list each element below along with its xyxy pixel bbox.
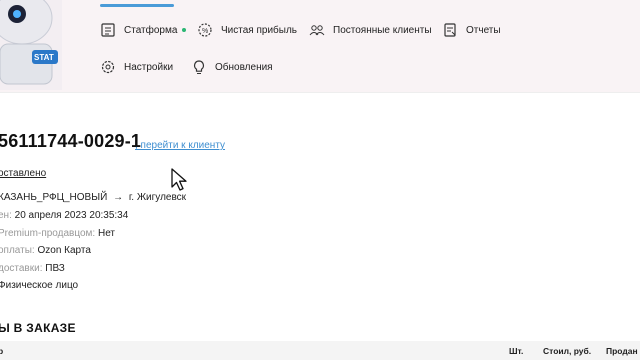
logo-text: STAT [34, 53, 54, 62]
svg-text:%: % [202, 28, 208, 35]
nav-label-statform: Статформа [124, 24, 178, 36]
order-items-heading: Ы В ЗАКАЗЕ [0, 321, 76, 335]
delivery-value: ПВЗ [45, 263, 65, 274]
premium-label: Premium-продавцом: [0, 228, 96, 239]
top-navigation: STAT Статформа % Чистая прибыль Постоянн… [0, 0, 640, 93]
mouse-pointer-icon [171, 168, 187, 191]
nav-label-reports: Отчеты [466, 24, 501, 36]
nav-item-settings[interactable]: Настройки [100, 59, 173, 75]
report-icon [444, 23, 456, 37]
nav-item-regular-clients[interactable]: Постоянные клиенты [309, 22, 432, 38]
order-status: оставлено [0, 168, 47, 179]
delivery-label: доставки: [0, 263, 43, 274]
robot-logo: STAT [0, 0, 62, 90]
nav-item-reports[interactable]: Отчеты [442, 22, 501, 38]
nav-item-updates[interactable]: Обновления [191, 59, 273, 75]
column-header-qty: Шт. [509, 346, 524, 356]
buyer-type: Физическое лицо [0, 280, 79, 291]
premium-value: Нет [97, 228, 116, 239]
nav-label-regular-clients: Постоянные клиенты [333, 24, 432, 36]
order-number: 56111744-0029-1 [0, 131, 142, 151]
delivery-row: доставки: ПВЗ [0, 263, 65, 274]
active-dot [182, 28, 187, 32]
nav-label-net-profit: Чистая прибыль [221, 24, 297, 36]
column-header-sold: Продан з [606, 346, 640, 356]
payment-value: Ozon Карта [37, 245, 91, 256]
nav-item-statform[interactable]: Статформа [100, 4, 187, 38]
form-icon [101, 23, 115, 37]
created-label: ен: [0, 210, 12, 221]
percent-gear-icon: % [198, 23, 212, 37]
users-icon [309, 25, 325, 36]
created-value: 20 апреля 2023 20:35:34 [14, 210, 129, 221]
payment-label: оплаты: [0, 245, 35, 256]
route-arrow-icon: → [113, 192, 124, 203]
bulb-icon [193, 60, 205, 74]
premium-row: Premium-продавцом: Нет [0, 228, 115, 239]
nav-label-updates: Обновления [215, 61, 273, 73]
go-to-client-link[interactable]: , перейти к клиенту [135, 140, 225, 151]
column-header-cost: Стоил, руб. [543, 346, 592, 356]
route-to: г. Жигулевск [128, 192, 187, 203]
payment-row: оплаты: Ozon Карта [0, 245, 91, 256]
route-row: КАЗАНЬ_РФЦ_НОВЫЙ → г. Жигулевск [0, 192, 186, 203]
nav-item-net-profit[interactable]: % Чистая прибыль [197, 22, 297, 38]
column-header-product: р [0, 346, 4, 356]
gear-icon [101, 60, 115, 74]
route-from: КАЗАНЬ_РФЦ_НОВЫЙ [0, 192, 108, 203]
active-tab-indicator [100, 4, 174, 7]
created-row: ен: 20 апреля 2023 20:35:34 [0, 210, 128, 221]
nav-label-settings: Настройки [124, 61, 174, 73]
